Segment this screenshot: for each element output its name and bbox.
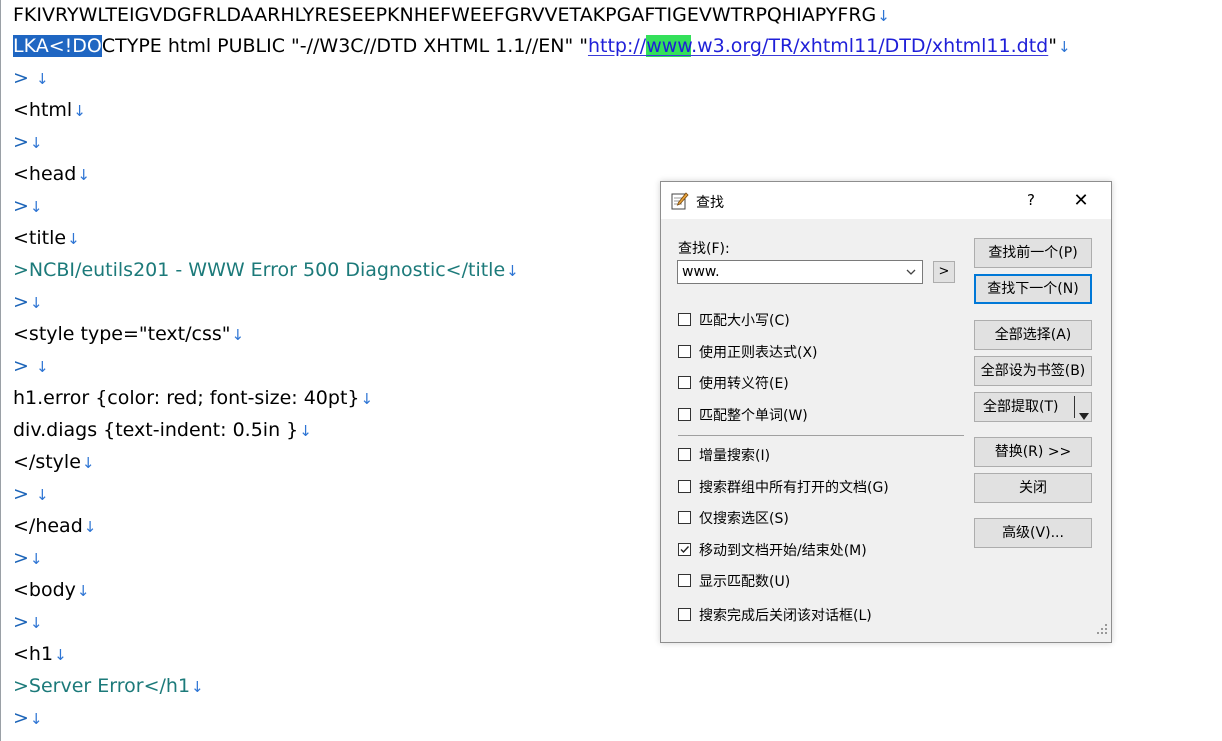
find-dialog: 查找 ? ✕ 查找(F): > 匹配大小写(C) 使用正则表达式(X) 使用转义符(… (660, 181, 1112, 643)
editor-left-border (0, 0, 1, 741)
dropdown-arrow-icon[interactable] (1079, 403, 1089, 431)
help-button[interactable]: ? (1016, 188, 1046, 212)
editor-line-3[interactable]: > ↓ (13, 63, 49, 95)
options-separator (678, 435, 964, 436)
advanced-button[interactable]: 高级(V)... (974, 518, 1092, 548)
select-all-button[interactable]: 全部选择(A) (974, 320, 1092, 350)
option-label: 移动到文档开始/结束处(M) (699, 543, 867, 559)
chevron-down-icon[interactable] (904, 264, 918, 280)
editor-line-15[interactable]: </style↓ (13, 447, 94, 479)
option-label: 匹配大小写(C) (699, 313, 790, 329)
editor-line-18[interactable]: >↓ (13, 543, 43, 575)
option-label: 搜索群组中所有打开的文档(G) (699, 480, 889, 496)
checkbox[interactable] (678, 480, 691, 493)
editor-line-5[interactable]: >↓ (13, 127, 43, 159)
editor-line-2[interactable]: LKA<!DOCTYPE html PUBLIC "-//W3C//DTD XH… (13, 31, 1071, 63)
checkbox[interactable] (678, 448, 691, 461)
editor-line-21[interactable]: <h1↓ (13, 639, 67, 671)
bookmark-all-button[interactable]: 全部设为书签(B) (974, 356, 1092, 386)
option-label: 使用正则表达式(X) (699, 345, 818, 361)
replace-button[interactable]: 替换(R) >> (974, 437, 1092, 467)
option-label: 显示匹配数(U) (699, 574, 791, 590)
selected-text: LKA<!DO (13, 35, 102, 57)
dialog-title: 查找 (696, 195, 724, 211)
editor-line-7[interactable]: >↓ (13, 191, 43, 223)
editor-line-12[interactable]: > ↓ (13, 351, 49, 383)
option-label: 增量搜索(I) (699, 448, 771, 464)
editor-line-20[interactable]: >↓ (13, 607, 43, 639)
editor-line-23[interactable]: >↓ (13, 703, 43, 735)
editor-line-9[interactable]: >NCBI/eutils201 - WWW Error 500 Diagnost… (13, 255, 519, 287)
checkbox[interactable] (678, 511, 691, 524)
editor-line-4[interactable]: <html↓ (13, 95, 86, 127)
split-divider (1074, 396, 1075, 418)
option-label: 匹配整个单词(W) (699, 408, 808, 424)
notepad-pencil-icon (671, 192, 689, 210)
close-icon[interactable]: ✕ (1061, 188, 1101, 214)
editor-line-17[interactable]: </head↓ (13, 511, 96, 543)
checkmark-icon (680, 546, 690, 554)
option-label: 搜索完成后关闭该对话框(L) (699, 608, 872, 624)
dialog-titlebar[interactable]: 查找 ? ✕ (661, 182, 1111, 219)
editor-line-11[interactable]: <style type="text/css"↓ (13, 319, 244, 351)
checkbox[interactable] (678, 313, 691, 326)
option-label: 仅搜索选区(S) (699, 511, 789, 527)
checkbox[interactable] (678, 345, 691, 358)
find-next-button[interactable]: 查找下一个(N) (974, 274, 1092, 304)
option-label: 使用转义符(E) (699, 376, 789, 392)
find-previous-button[interactable]: 查找前一个(P) (974, 238, 1092, 268)
editor-line-8[interactable]: <title↓ (13, 223, 80, 255)
find-input[interactable] (678, 261, 900, 283)
checkbox[interactable] (678, 376, 691, 389)
eol-mark: ↓ (877, 7, 890, 25)
search-match-highlight: www (646, 35, 692, 57)
find-combobox[interactable] (677, 260, 923, 284)
editor-line-6[interactable]: <head↓ (13, 159, 90, 191)
url-link[interactable]: http://www.w3.org/TR/xhtml11/DTD/xhtml11… (588, 35, 1048, 57)
editor-line-22[interactable]: >Server Error</h1↓ (13, 671, 204, 703)
regex-menu-button[interactable]: > (933, 261, 955, 283)
checkbox[interactable] (678, 608, 691, 621)
resize-grip-icon[interactable] (1097, 623, 1108, 639)
checkbox[interactable] (678, 574, 691, 587)
editor-line-19[interactable]: <body↓ (13, 575, 90, 607)
editor-line-14[interactable]: div.diags {text-indent: 0.5in }↓ (13, 415, 312, 447)
editor-line-16[interactable]: > ↓ (13, 479, 49, 511)
extract-all-button[interactable]: 全部提取(T) (974, 392, 1092, 422)
editor-line-10[interactable]: >↓ (13, 287, 43, 319)
checkbox[interactable] (678, 543, 691, 556)
extract-all-label: 全部提取(T) (983, 399, 1059, 415)
editor-line-1[interactable]: FKIVRYWLTEIGVDGFRLDAARHLYRESEEPKNHEFWEEF… (13, 0, 890, 32)
editor-line-13[interactable]: h1.error {color: red; font-size: 40pt}↓ (13, 383, 373, 415)
close-button[interactable]: 关闭 (974, 473, 1092, 503)
find-label: 查找(F): (678, 241, 730, 257)
eol-mark: ↓ (1057, 38, 1071, 56)
checkbox[interactable] (678, 408, 691, 421)
